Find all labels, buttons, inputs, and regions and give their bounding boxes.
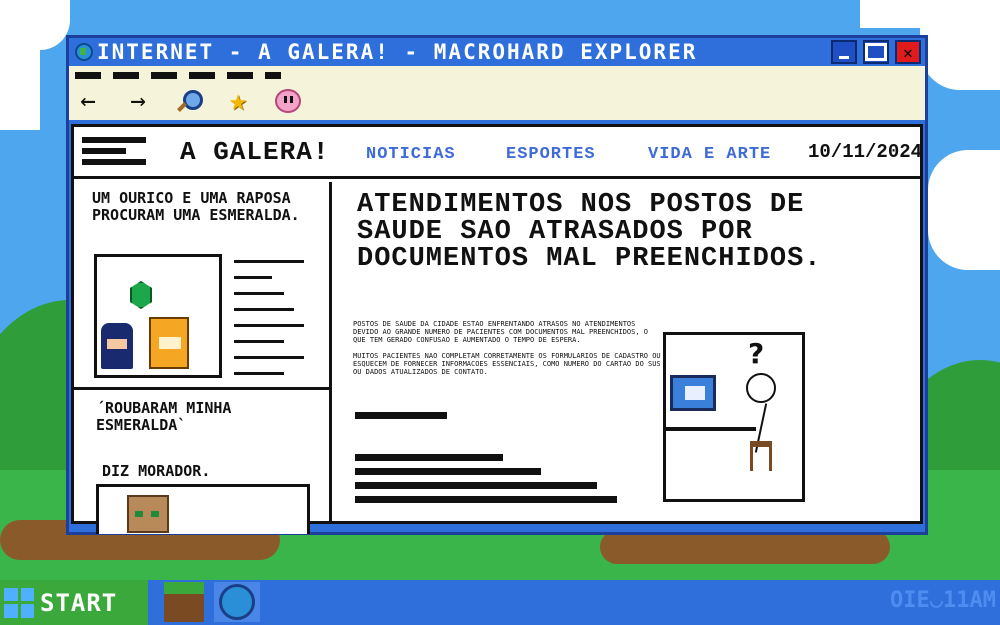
start-button[interactable]: START <box>0 580 148 625</box>
text-placeholder-bar <box>355 454 503 461</box>
minecraft-app-icon[interactable] <box>164 582 204 622</box>
star-icon[interactable]: ★ <box>225 86 251 116</box>
cloud <box>920 0 1000 90</box>
desk <box>666 427 756 431</box>
taskbar: START OIE◡11AM <box>0 580 1000 625</box>
menu-item[interactable] <box>151 72 177 79</box>
hamburger-menu-icon[interactable] <box>82 137 146 170</box>
site-header: A GALERA! NOTICIAS ESPORTES VIDA E ARTE … <box>74 127 923 179</box>
main-article: ATENDIMENTOS NOS POSTOS DE SAUDE SAO ATR… <box>335 182 920 524</box>
person-head <box>746 373 776 403</box>
title-bar[interactable]: INTERNET - A GALERA! - MACROHARD EXPLORE… <box>69 38 925 66</box>
browser-toolbar: ← → ★ <box>69 66 925 120</box>
story-quote[interactable]: ´ROUBARAM MINHA ESMERALDA` <box>96 400 316 434</box>
story-title[interactable]: UM OURICO E UMA RAPOSA PROCURAM UMA ESME… <box>92 190 322 224</box>
text-placeholder-bar <box>355 468 541 475</box>
cloud <box>928 150 1000 270</box>
menu-item[interactable] <box>265 72 281 79</box>
text-placeholder-bar <box>355 496 617 503</box>
computer-monitor-icon <box>670 375 716 411</box>
nav-link-esportes[interactable]: ESPORTES <box>506 145 596 164</box>
tray-clock: OIE◡11AM <box>890 588 996 613</box>
explorer-app-icon[interactable] <box>214 582 260 622</box>
menu-item[interactable] <box>75 72 101 79</box>
minimize-button[interactable] <box>831 40 857 64</box>
article-paragraph: POSTOS DE SAUDE DA CIDADE ESTAO ENFRENTA… <box>353 320 649 344</box>
cloud <box>0 20 40 130</box>
window-controls <box>831 40 921 64</box>
nav-link-vida-e-arte[interactable]: VIDA E ARTE <box>648 145 771 164</box>
search-icon[interactable] <box>175 88 203 114</box>
article-illustration[interactable]: ? <box>663 332 805 502</box>
story-image[interactable] <box>96 484 310 534</box>
emerald-icon <box>130 281 152 309</box>
site-date: 10/11/2024 <box>808 141 923 163</box>
menu-bar <box>75 72 281 79</box>
kirby-icon[interactable] <box>275 89 301 113</box>
hedgehog-character <box>101 323 133 369</box>
close-button[interactable] <box>895 40 921 64</box>
text-placeholder-bar <box>355 412 447 419</box>
nav-icons: ← → ★ <box>75 86 301 116</box>
globe-icon <box>75 43 93 61</box>
menu-item[interactable] <box>113 72 139 79</box>
story-image[interactable] <box>94 254 222 378</box>
divider <box>74 387 332 390</box>
question-mark: ? <box>748 337 765 370</box>
windows-logo-icon <box>4 587 34 618</box>
story-byline: DIZ MORADOR. <box>102 462 211 480</box>
article-paragraph: MUITOS PACIENTES NAO COMPLETAM CORRETAME… <box>353 352 661 376</box>
browser-window: INTERNET - A GALERA! - MACROHARD EXPLORE… <box>66 35 928 535</box>
sidebar: UM OURICO E UMA RAPOSA PROCURAM UMA ESME… <box>74 182 332 534</box>
fox-character <box>149 317 189 369</box>
menu-item[interactable] <box>227 72 253 79</box>
back-arrow-icon[interactable]: ← <box>75 88 101 114</box>
story-text-placeholder <box>234 260 308 388</box>
villager-character <box>127 495 169 533</box>
dirt-path <box>600 530 890 564</box>
window-title: INTERNET - A GALERA! - MACROHARD EXPLORE… <box>97 40 698 64</box>
menu-item[interactable] <box>189 72 215 79</box>
site-title[interactable]: A GALERA! <box>180 137 329 167</box>
text-placeholder-bar <box>355 482 597 489</box>
maximize-button[interactable] <box>863 40 889 64</box>
nav-link-noticias[interactable]: NOTICIAS <box>366 145 456 164</box>
web-page: A GALERA! NOTICIAS ESPORTES VIDA E ARTE … <box>71 124 923 534</box>
stool <box>750 441 772 471</box>
article-headline[interactable]: ATENDIMENTOS NOS POSTOS DE SAUDE SAO ATR… <box>357 192 907 273</box>
start-label: START <box>40 588 118 617</box>
article-body: POSTOS DE SAUDE DA CIDADE ESTAO ENFRENTA… <box>353 320 663 384</box>
forward-arrow-icon[interactable]: → <box>125 88 151 114</box>
